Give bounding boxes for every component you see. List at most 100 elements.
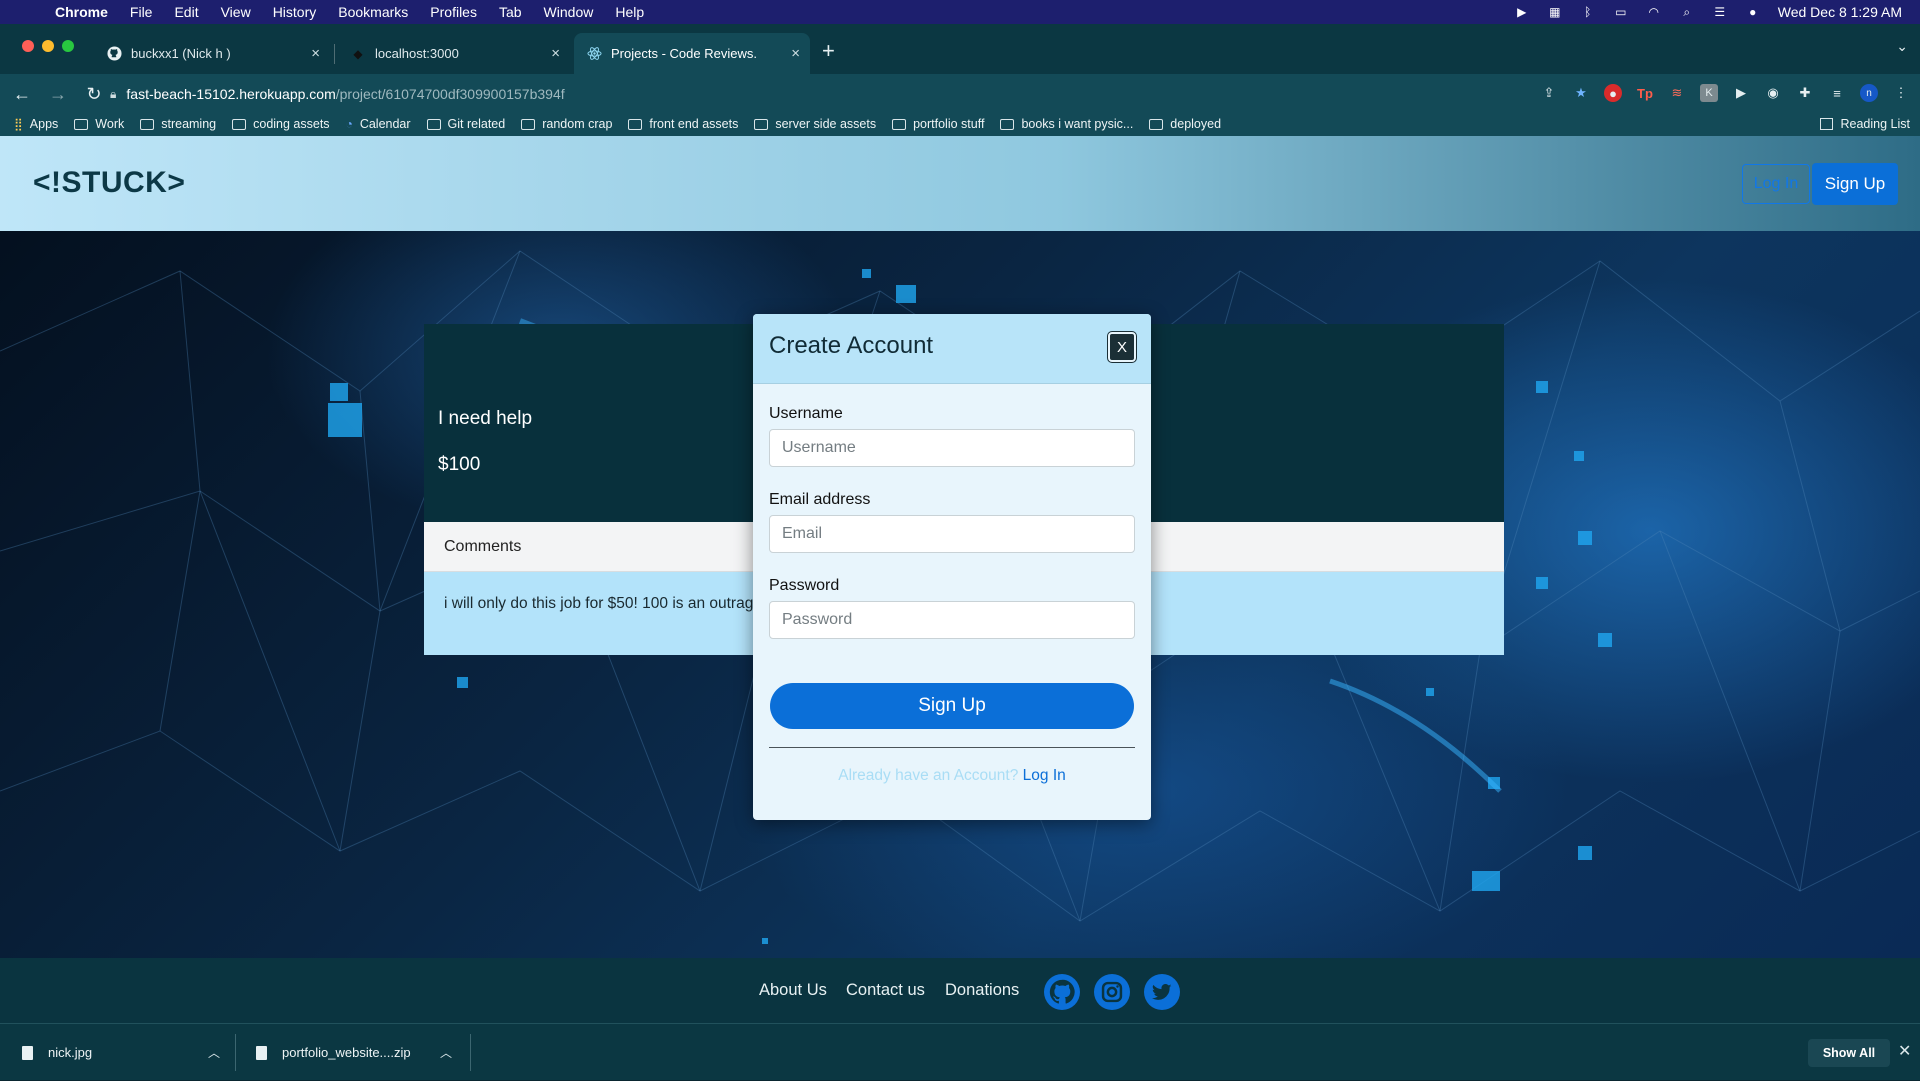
- media-control-icon[interactable]: ≡: [1828, 84, 1846, 102]
- tab-title: localhost:3000: [375, 46, 459, 61]
- extensions-puzzle-icon[interactable]: ✚: [1796, 84, 1814, 102]
- folder-icon: [426, 118, 441, 130]
- bookmark-calendar[interactable]: ◔ Calendar: [346, 117, 411, 131]
- tab-localhost[interactable]: ◆ localhost:3000 ×: [338, 33, 570, 74]
- download-filename: nick.jpg: [48, 1045, 93, 1060]
- bookmark-label: front end assets: [649, 117, 739, 131]
- menubar-clock[interactable]: Wed Dec 8 1:29 AM: [1778, 4, 1902, 20]
- bookmark-work[interactable]: Work: [74, 117, 124, 131]
- chevron-up-icon[interactable]: ︿: [440, 1044, 452, 1061]
- password-input[interactable]: [769, 601, 1135, 639]
- close-icon[interactable]: ×: [311, 45, 320, 62]
- modal-header: Create Account X: [753, 314, 1151, 384]
- password-label: Password: [769, 577, 840, 594]
- menu-view[interactable]: View: [210, 4, 262, 20]
- modal-footer: Already have an Account? Log In: [753, 767, 1151, 785]
- window-minimize-button[interactable]: [42, 40, 54, 52]
- extension-stack-icon[interactable]: ≋: [1668, 84, 1686, 102]
- close-icon[interactable]: ×: [551, 45, 560, 62]
- back-arrow-icon[interactable]: ←: [8, 80, 36, 108]
- menu-window[interactable]: Window: [533, 4, 605, 20]
- window-close-button[interactable]: [22, 40, 34, 52]
- bookmark-label: Git related: [447, 117, 506, 131]
- window-zoom-button[interactable]: [62, 40, 74, 52]
- modal-signup-button[interactable]: Sign Up: [770, 683, 1134, 729]
- bookmark-books[interactable]: books i want pysic...: [1000, 117, 1133, 131]
- siri-icon[interactable]: ●: [1745, 5, 1761, 19]
- bookmark-git-related[interactable]: Git related: [426, 117, 506, 131]
- bookmarks-bar: ⣿ Apps Work streaming coding assets ◔ Cale…: [0, 112, 1920, 136]
- bookmark-random-crap[interactable]: random crap: [521, 117, 612, 131]
- battery-icon[interactable]: ▭: [1613, 5, 1629, 19]
- tab-projects-active[interactable]: Projects - Code Reviews. ×: [574, 33, 810, 74]
- menu-profiles[interactable]: Profiles: [419, 4, 488, 20]
- tab-separator: [334, 44, 335, 64]
- menu-bookmarks[interactable]: Bookmarks: [327, 4, 419, 20]
- modal-close-button[interactable]: X: [1107, 331, 1137, 363]
- bookmark-apps[interactable]: ⣿ Apps: [14, 117, 58, 131]
- menu-history[interactable]: History: [262, 4, 328, 20]
- extension-red-shield-icon[interactable]: ●: [1604, 84, 1622, 102]
- control-center-icon[interactable]: ☰: [1712, 5, 1728, 19]
- share-icon[interactable]: ⇪: [1540, 84, 1558, 102]
- new-tab-plus-icon[interactable]: +: [822, 38, 835, 64]
- calendar-icon: ◔: [345, 117, 353, 131]
- download-item-nick-jpg[interactable]: nick.jpg ︿: [22, 1024, 232, 1081]
- chevron-up-icon[interactable]: ︿: [208, 1044, 220, 1061]
- play-status-icon[interactable]: ▶: [1514, 5, 1530, 19]
- react-icon: ◆: [353, 46, 363, 61]
- bookmark-coding-assets[interactable]: coding assets: [232, 117, 330, 131]
- modal-login-link[interactable]: Log In: [1023, 767, 1066, 784]
- username-input[interactable]: [769, 429, 1135, 467]
- bookmark-front-end-assets[interactable]: front end assets: [628, 117, 738, 131]
- forward-arrow-icon[interactable]: →: [44, 80, 72, 108]
- reload-icon[interactable]: ↻: [80, 80, 108, 108]
- folder-icon: [140, 118, 155, 130]
- bookmark-portfolio-stuff[interactable]: portfolio stuff: [892, 117, 984, 131]
- show-all-downloads-button[interactable]: Show All: [1808, 1039, 1890, 1067]
- extension-tp-icon[interactable]: Tp: [1636, 84, 1654, 102]
- bookmark-label: portfolio stuff: [913, 117, 985, 131]
- username-label: Username: [769, 405, 843, 422]
- bookmark-streaming[interactable]: streaming: [140, 117, 216, 131]
- lock-icon[interactable]: 🔒︎: [110, 87, 116, 102]
- extension-video-icon[interactable]: ▶: [1732, 84, 1750, 102]
- bookmark-deployed[interactable]: deployed: [1149, 117, 1221, 131]
- email-input[interactable]: [769, 515, 1135, 553]
- reading-list-icon: [1819, 118, 1833, 130]
- profile-avatar[interactable]: n: [1860, 84, 1878, 102]
- email-label: Email address: [769, 491, 871, 508]
- url-path: /project/61074700df309900157b394f: [335, 86, 565, 102]
- bluetooth-icon[interactable]: ᛒ: [1580, 5, 1596, 19]
- wifi-icon[interactable]: ◠: [1646, 5, 1662, 19]
- web-page: <!STUCK> Log In Sign Up I need help $100…: [0, 136, 1920, 1023]
- extension-k-icon[interactable]: K: [1700, 84, 1718, 102]
- url-host: fast-beach-15102.herokuapp.com: [126, 86, 336, 102]
- apps-grid-icon: ⣿: [14, 117, 23, 131]
- bookmark-label: coding assets: [253, 117, 330, 131]
- react-icon: [586, 46, 602, 62]
- file-icon: [256, 1045, 267, 1060]
- close-icon[interactable]: ✕: [1898, 1041, 1911, 1061]
- download-filename: portfolio_website....zip: [282, 1045, 411, 1060]
- bookmark-server-side-assets[interactable]: server side assets: [754, 117, 876, 131]
- address-bar[interactable]: 🔒︎ fast-beach-15102.herokuapp.com/projec…: [110, 79, 1580, 109]
- download-item-portfolio-zip[interactable]: portfolio_website....zip ︿: [256, 1024, 466, 1081]
- folder-icon: [628, 118, 643, 130]
- menu-app-chrome[interactable]: Chrome: [44, 4, 119, 20]
- more-menu-icon[interactable]: ⋮: [1892, 84, 1910, 102]
- spotlight-search-icon[interactable]: ⌕: [1679, 5, 1695, 19]
- bookmark-star-icon[interactable]: ★: [1572, 84, 1590, 102]
- reading-list-button[interactable]: Reading List: [1819, 112, 1911, 136]
- menu-edit[interactable]: Edit: [163, 4, 209, 20]
- extension-camera-icon[interactable]: ◉: [1764, 84, 1782, 102]
- download-separator: [470, 1034, 471, 1071]
- tab-search-chevron-icon[interactable]: ⌄: [1896, 38, 1908, 55]
- menu-help[interactable]: Help: [604, 4, 655, 20]
- calendar-status-icon[interactable]: ▦: [1547, 5, 1563, 19]
- menu-file[interactable]: File: [119, 4, 164, 20]
- close-icon[interactable]: ×: [791, 45, 800, 62]
- tab-github[interactable]: buckxx1 (Nick h ) ×: [94, 33, 330, 74]
- menu-tab[interactable]: Tab: [488, 4, 533, 20]
- reading-list-label: Reading List: [1840, 117, 1911, 131]
